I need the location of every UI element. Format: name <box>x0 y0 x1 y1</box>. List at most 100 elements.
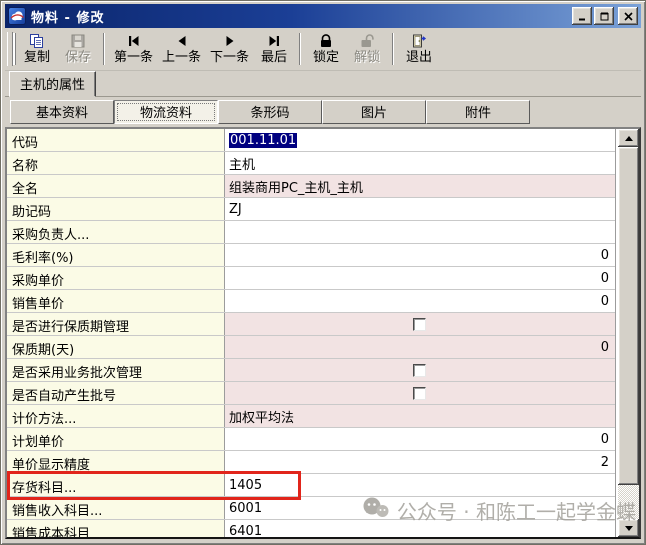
row-value-text: 0 <box>601 432 609 447</box>
row-value-cell[interactable]: 组装商用PC_主机_主机 <box>225 175 615 197</box>
table-row[interactable]: 是否自动产生批号 <box>7 382 615 405</box>
row-value-cell[interactable]: 0 <box>225 290 615 312</box>
row-value-cell[interactable]: ZJ <box>225 198 615 220</box>
row-value-selected: 001.11.01 <box>229 133 297 148</box>
previous-record-button[interactable]: 上一条 <box>158 30 205 68</box>
close-button[interactable] <box>618 7 638 25</box>
row-value-cell[interactable]: 0 <box>225 244 615 266</box>
table-row[interactable]: 计价方法... 加权平均法 <box>7 405 615 428</box>
next-record-icon <box>222 32 238 49</box>
table-row[interactable]: 计划单价 0 <box>7 428 615 451</box>
copy-button[interactable]: 复制 <box>17 30 57 68</box>
row-value-cell[interactable] <box>225 313 615 335</box>
row-label: 存货科目... <box>7 474 225 496</box>
row-value-text: 1405 <box>229 478 262 493</box>
exit-icon <box>411 32 427 49</box>
next-record-label: 下一条 <box>210 49 249 66</box>
row-label: 采购单价 <box>7 267 225 289</box>
toolbar-separator <box>392 33 394 65</box>
last-record-button[interactable]: 最后 <box>254 30 294 68</box>
row-value-cell[interactable]: 0 <box>225 267 615 289</box>
tab-basic-info[interactable]: 基本资料 <box>10 100 114 124</box>
row-label: 销售单价 <box>7 290 225 312</box>
scrollbar-track[interactable] <box>618 485 639 519</box>
row-checkbox[interactable] <box>413 364 426 377</box>
next-record-button[interactable]: 下一条 <box>206 30 253 68</box>
tab-logistics-info[interactable]: 物流资料 <box>114 100 218 124</box>
first-record-button[interactable]: 第一条 <box>110 30 157 68</box>
row-value-cell[interactable]: 加权平均法 <box>225 405 615 427</box>
tab-host-properties[interactable]: 主机的属性 <box>9 71 96 97</box>
table-row[interactable]: 单价显示精度 2 <box>7 451 615 474</box>
row-value-cell[interactable] <box>225 382 615 404</box>
row-label: 全名 <box>7 175 225 197</box>
table-row[interactable]: 销售单价 0 <box>7 290 615 313</box>
tab-barcode[interactable]: 条形码 <box>218 100 322 124</box>
table-row[interactable]: 保质期(天) 0 <box>7 336 615 359</box>
maximize-button[interactable] <box>594 7 614 25</box>
last-record-icon <box>266 32 282 49</box>
row-value-cell[interactable] <box>225 221 615 243</box>
table-row[interactable]: 采购单价 0 <box>7 267 615 290</box>
maximize-icon <box>600 12 609 21</box>
vertical-scrollbar[interactable] <box>618 129 639 537</box>
copy-icon <box>29 32 45 49</box>
row-label: 助记码 <box>7 198 225 220</box>
row-checkbox[interactable] <box>413 387 426 400</box>
row-value-cell[interactable]: 主机 <box>225 152 615 174</box>
toolbar: 复制 保存 第一条 上一条 <box>5 28 641 71</box>
row-value-text: 0 <box>601 271 609 286</box>
table-row[interactable]: 销售成本科目 6401 <box>7 520 615 537</box>
unlock-label: 解锁 <box>354 49 380 66</box>
table-row[interactable]: 采购负责人... <box>7 221 615 244</box>
copy-label: 复制 <box>24 49 50 66</box>
table-row[interactable]: 销售收入科目... 6001 <box>7 497 615 520</box>
window-title: 物料 - 修改 <box>31 7 567 26</box>
row-value-cell[interactable]: 1405 <box>225 474 615 496</box>
scroll-up-button[interactable] <box>618 129 639 147</box>
row-label: 销售成本科目 <box>7 520 225 537</box>
row-value-cell[interactable]: 0 <box>225 336 615 358</box>
row-label: 计划单价 <box>7 428 225 450</box>
previous-record-label: 上一条 <box>162 49 201 66</box>
table-row[interactable]: 是否采用业务批次管理 <box>7 359 615 382</box>
property-grid: 代码 001.11.01 名称 主机 全名 组装商用PC_主机_主机 助记码 Z… <box>5 127 641 539</box>
exit-button[interactable]: 退出 <box>399 30 439 68</box>
table-row[interactable]: 代码 001.11.01 <box>7 129 615 152</box>
minimize-button[interactable] <box>572 7 592 25</box>
row-value-cell[interactable] <box>225 359 615 381</box>
row-value-cell[interactable]: 6401 <box>225 520 615 537</box>
row-value-text: 2 <box>601 455 609 470</box>
row-value-cell[interactable]: 001.11.01 <box>225 129 615 151</box>
property-tabstrip: 主机的属性 <box>5 71 641 97</box>
row-value-text: ZJ <box>229 202 242 217</box>
save-button[interactable]: 保存 <box>58 30 98 68</box>
row-label: 计价方法... <box>7 405 225 427</box>
row-value-text: 6001 <box>229 501 262 516</box>
toolbar-separator <box>299 33 301 65</box>
row-value-cell[interactable]: 6001 <box>225 497 615 519</box>
table-row[interactable]: 助记码 ZJ <box>7 198 615 221</box>
tab-picture[interactable]: 图片 <box>322 100 426 124</box>
lock-button[interactable]: 锁定 <box>306 30 346 68</box>
row-checkbox[interactable] <box>413 318 426 331</box>
row-value-text: 0 <box>601 340 609 355</box>
table-row[interactable]: 名称 主机 <box>7 152 615 175</box>
row-value-cell[interactable]: 0 <box>225 428 615 450</box>
titlebar[interactable]: 物料 - 修改 <box>5 4 641 28</box>
tab-attachment[interactable]: 附件 <box>426 100 530 124</box>
unlock-button[interactable]: 解锁 <box>347 30 387 68</box>
first-record-icon <box>126 32 142 49</box>
scroll-down-button[interactable] <box>618 519 639 537</box>
row-value-text: 加权平均法 <box>229 407 294 426</box>
table-row[interactable]: 存货科目... 1405 <box>7 474 615 497</box>
close-icon <box>624 12 633 21</box>
row-value-cell[interactable]: 2 <box>225 451 615 473</box>
table-row[interactable]: 是否进行保质期管理 <box>7 313 615 336</box>
arrow-up-icon <box>625 136 633 141</box>
row-label: 名称 <box>7 152 225 174</box>
toolbar-grip[interactable] <box>7 32 13 66</box>
table-row[interactable]: 全名 组装商用PC_主机_主机 <box>7 175 615 198</box>
scrollbar-thumb[interactable] <box>618 147 639 485</box>
table-row[interactable]: 毛利率(%) 0 <box>7 244 615 267</box>
